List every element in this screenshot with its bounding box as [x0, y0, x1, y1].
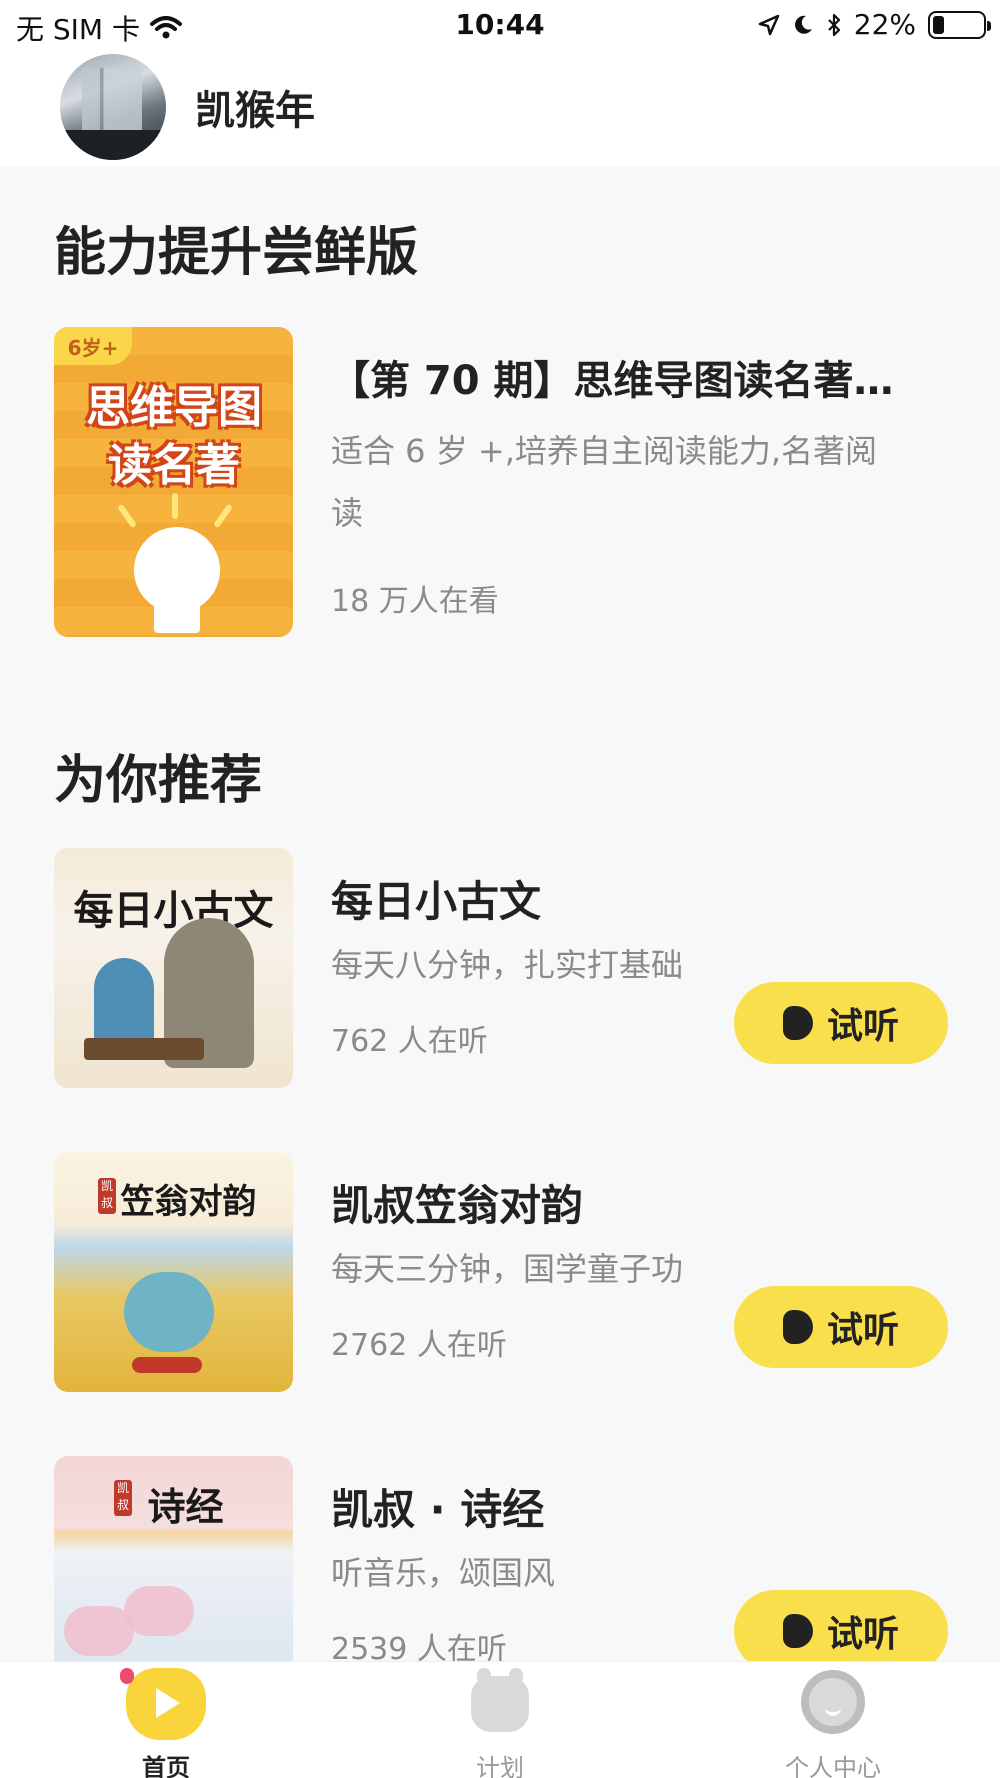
recommend-section-title: 为你推荐 [54, 751, 263, 811]
headphones-face-icon [801, 1670, 865, 1734]
bulb-ray [213, 503, 233, 529]
play-icon [782, 1310, 813, 1344]
list-item[interactable]: 凯叔 笠翁对韵 凯叔笠翁对韵 每天三分钟，国学童子功 2762 人在听 试听 [0, 1152, 1000, 1402]
featured-section-title: 能力提升尝鲜版 [54, 223, 419, 283]
illustration-desk [84, 1038, 204, 1060]
item-listen-count: 2762 人在听 [331, 1328, 507, 1363]
lightbulb-icon [134, 527, 220, 613]
location-arrow-icon [758, 14, 780, 35]
play-triangle [156, 1688, 180, 1718]
battery-percent: 22% [853, 8, 916, 41]
tab-label: 个人中心 [785, 1754, 881, 1778]
item-title[interactable]: 每日小古文 [331, 868, 541, 929]
item-cover[interactable]: 凯叔 笠翁对韵 [54, 1152, 293, 1392]
age-badge: 6岁+ [54, 327, 132, 365]
tab-home[interactable]: 首页 [66, 1662, 266, 1778]
featured-cover[interactable]: 6岁+ 思维导图 读名著 [54, 327, 293, 637]
bulb-ray [117, 503, 137, 529]
bulb-ray [172, 493, 178, 519]
item-cover[interactable]: 凯叔 诗经 [54, 1456, 293, 1696]
status-bar: 无 SIM 卡 10:44 22% [0, 0, 1000, 50]
try-listen-button[interactable]: 试听 [734, 1590, 948, 1672]
moon-icon [794, 15, 812, 34]
item-description: 听音乐，颂国风 [331, 1554, 556, 1592]
illustration-child [94, 958, 154, 1048]
try-listen-button[interactable]: 试听 [734, 1286, 948, 1368]
item-listen-count: 762 人在听 [331, 1024, 488, 1059]
try-listen-button[interactable]: 试听 [734, 982, 948, 1064]
bluetooth-icon [827, 13, 840, 36]
featured-title[interactable]: 【第 70 期】思维导图读名著… [330, 348, 930, 406]
tab-plan[interactable]: 计划 [400, 1662, 600, 1778]
tab-profile[interactable]: 个人中心 [733, 1662, 933, 1778]
item-description: 每天三分钟，国学童子功 [331, 1250, 684, 1288]
battery-fill [933, 15, 944, 34]
illustration-blossom [124, 1586, 194, 1636]
cover-title: 思维导图 读名著 [86, 382, 262, 491]
item-title[interactable]: 凯叔笠翁对韵 [331, 1172, 583, 1233]
profile-header: 凯猴年 [0, 50, 1000, 166]
play-icon [782, 1006, 813, 1040]
play-icon [782, 1614, 813, 1648]
battery-icon [928, 10, 991, 39]
list-item[interactable]: 每日小古文 每日小古文 每天八分钟，扎实打基础 762 人在听 试听 [0, 848, 1000, 1098]
tab-label: 首页 [142, 1754, 190, 1778]
tab-label: 计划 [476, 1754, 524, 1778]
item-cover[interactable]: 每日小古文 [54, 848, 293, 1088]
item-description: 每天八分钟，扎实打基础 [331, 946, 684, 984]
username[interactable]: 凯猴年 [195, 78, 315, 136]
lightbulb-base [154, 603, 200, 633]
illustration-child [124, 1272, 214, 1352]
featured-views: 18 万人在看 [331, 584, 499, 619]
plan-icon [471, 1668, 529, 1732]
bottom-tab-bar: 首页 计划 个人中心 [0, 1661, 1000, 1778]
illustration-tricycle [132, 1357, 202, 1373]
featured-description: 适合 6 岁 +,培养自主阅读能力,名著阅读 [331, 432, 878, 532]
avatar[interactable] [60, 54, 166, 160]
item-title[interactable]: 凯叔 · 诗经 [331, 1476, 544, 1537]
